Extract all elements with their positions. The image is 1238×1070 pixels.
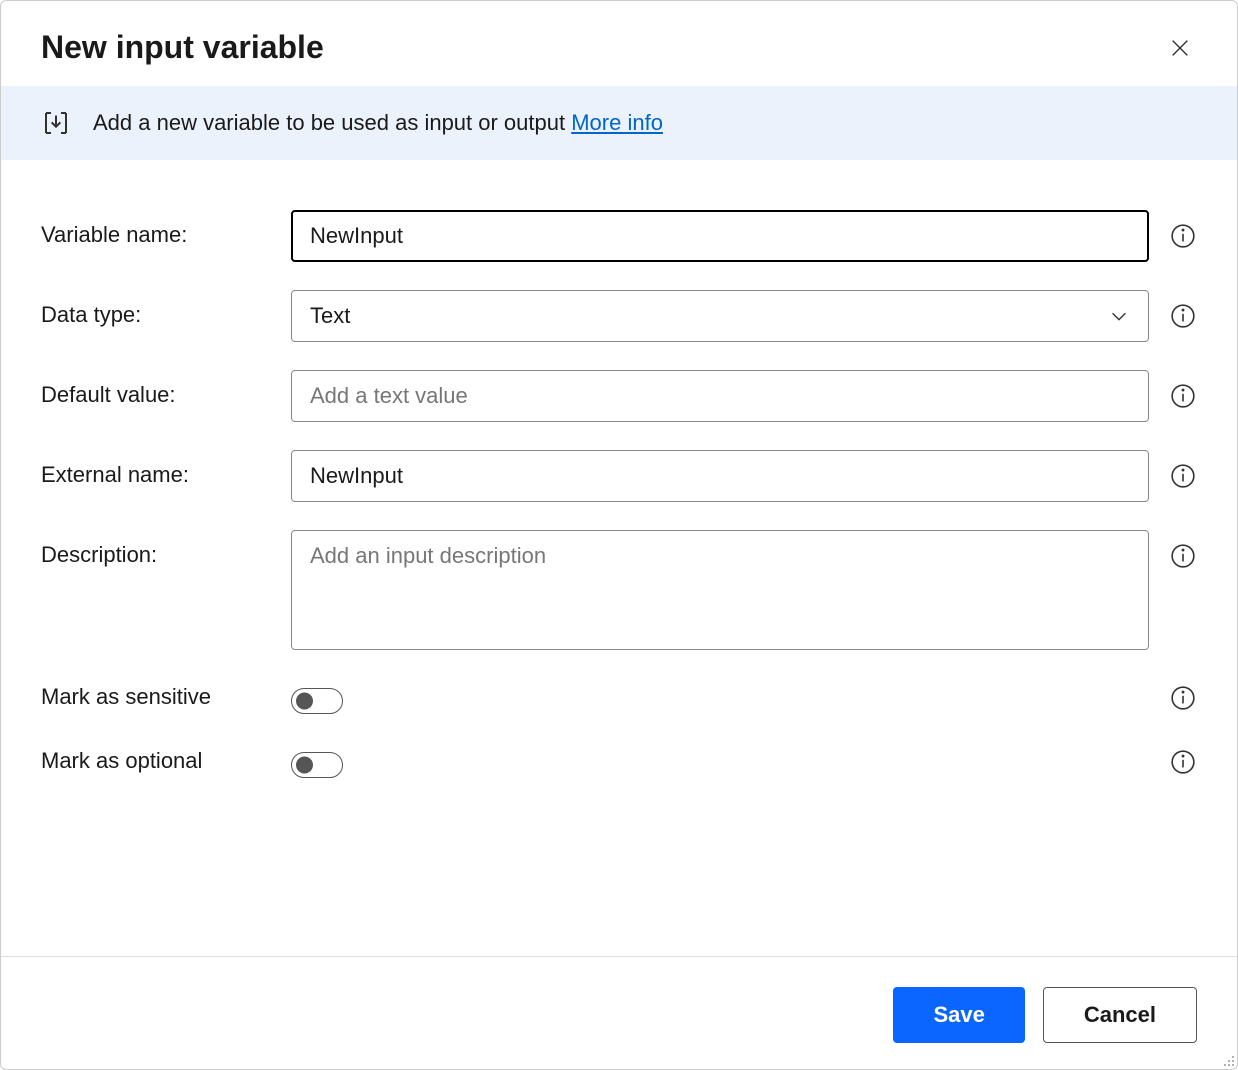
label-mark-optional: Mark as optional xyxy=(41,742,271,774)
row-description: Description: xyxy=(41,530,1197,650)
info-icon[interactable] xyxy=(1169,302,1197,330)
row-external-name: External name: xyxy=(41,450,1197,502)
more-info-link[interactable]: More info xyxy=(571,110,663,135)
mark-optional-toggle[interactable] xyxy=(291,752,343,778)
chevron-down-icon xyxy=(1108,305,1130,327)
dialog-title: New input variable xyxy=(41,29,324,66)
label-external-name: External name: xyxy=(41,450,271,488)
variable-name-input[interactable] xyxy=(291,210,1149,262)
label-mark-sensitive: Mark as sensitive xyxy=(41,678,271,710)
label-variable-name: Variable name: xyxy=(41,210,271,248)
data-type-select[interactable]: Text xyxy=(291,290,1149,342)
label-description: Description: xyxy=(41,530,271,568)
data-type-value: Text xyxy=(310,303,350,329)
external-name-input[interactable] xyxy=(291,450,1149,502)
mark-sensitive-toggle[interactable] xyxy=(291,688,343,714)
dialog-header: New input variable xyxy=(1,1,1237,86)
resize-grip-icon[interactable] xyxy=(1219,1051,1235,1067)
info-icon[interactable] xyxy=(1169,222,1197,250)
row-mark-optional: Mark as optional xyxy=(41,742,1197,778)
row-default-value: Default value: xyxy=(41,370,1197,422)
info-icon[interactable] xyxy=(1169,382,1197,410)
dialog-footer: Save Cancel xyxy=(1,956,1237,1069)
row-mark-sensitive: Mark as sensitive xyxy=(41,678,1197,714)
cancel-button[interactable]: Cancel xyxy=(1043,987,1197,1043)
info-icon[interactable] xyxy=(1169,748,1197,776)
row-data-type: Data type: Text xyxy=(41,290,1197,342)
info-icon[interactable] xyxy=(1169,462,1197,490)
info-icon[interactable] xyxy=(1169,542,1197,570)
label-data-type: Data type: xyxy=(41,290,271,328)
form-body: Variable name: Data type: Text Default v… xyxy=(1,160,1237,956)
input-variable-icon xyxy=(41,108,71,138)
default-value-input[interactable] xyxy=(291,370,1149,422)
save-button[interactable]: Save xyxy=(893,987,1024,1043)
row-variable-name: Variable name: xyxy=(41,210,1197,262)
info-banner: Add a new variable to be used as input o… xyxy=(1,86,1237,160)
close-button[interactable] xyxy=(1163,31,1197,65)
banner-text: Add a new variable to be used as input o… xyxy=(93,110,663,136)
close-icon xyxy=(1169,37,1191,59)
label-default-value: Default value: xyxy=(41,370,271,408)
info-icon[interactable] xyxy=(1169,684,1197,712)
description-input[interactable] xyxy=(291,530,1149,650)
